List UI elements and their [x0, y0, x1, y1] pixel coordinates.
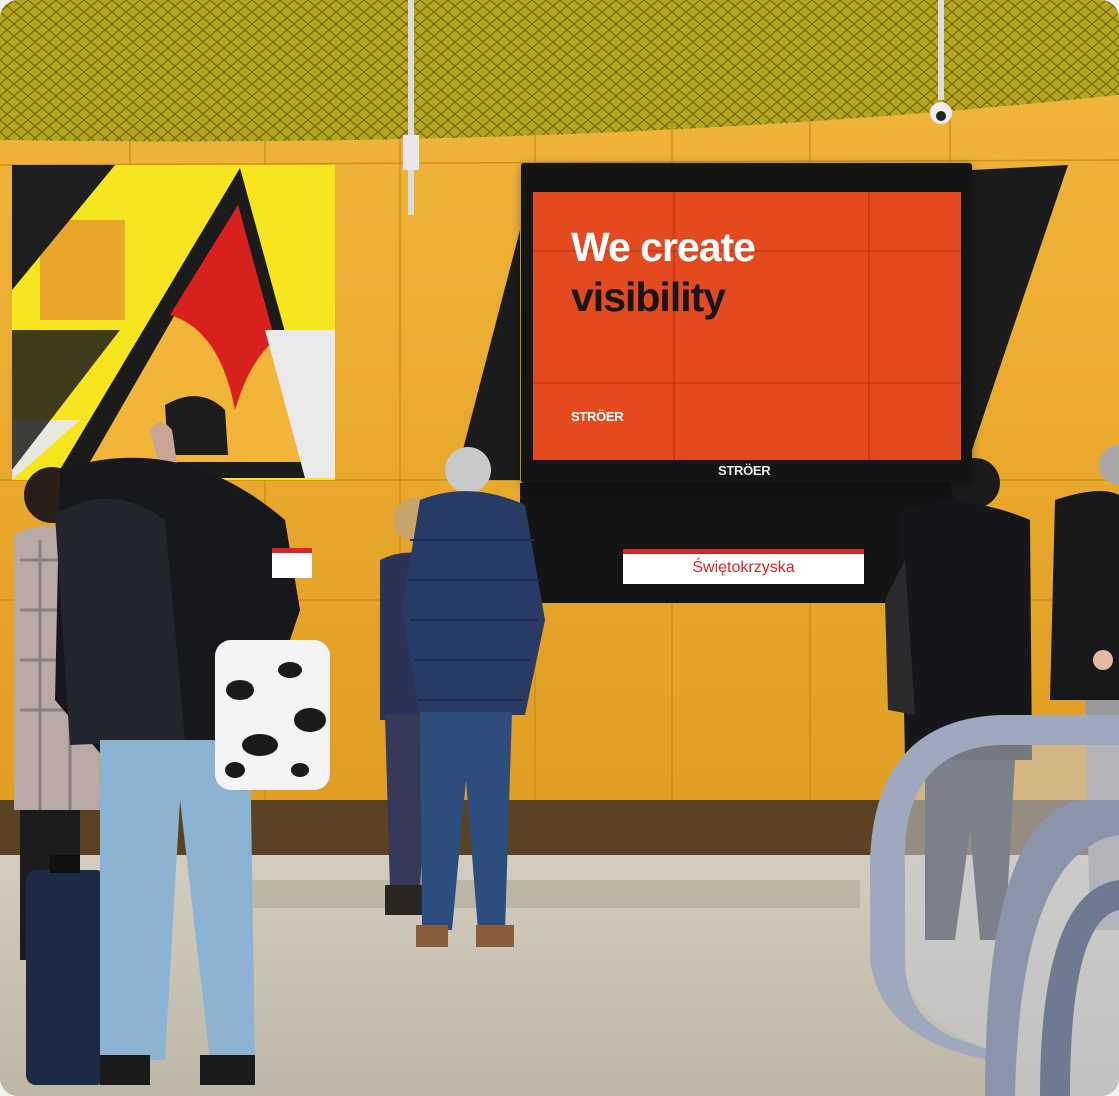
headline-line-2: visibility [571, 274, 726, 320]
billboard-screen: We create visibility STRÖER [533, 192, 961, 460]
station-name-sign: Świętokrzyska [623, 549, 864, 584]
station-name: Świętokrzyska [692, 559, 795, 576]
screen-brand-logo: STRÖER [571, 409, 624, 424]
suitcase [26, 855, 106, 1085]
billboard-headline: We create visibility [571, 222, 756, 322]
bezel-brand-logo: STRÖER [718, 463, 771, 478]
station-sign-partial [272, 548, 312, 578]
photo-frame: We create visibility STRÖER STRÖER Święt… [0, 0, 1119, 1096]
headline-line-1: We create [571, 224, 756, 270]
